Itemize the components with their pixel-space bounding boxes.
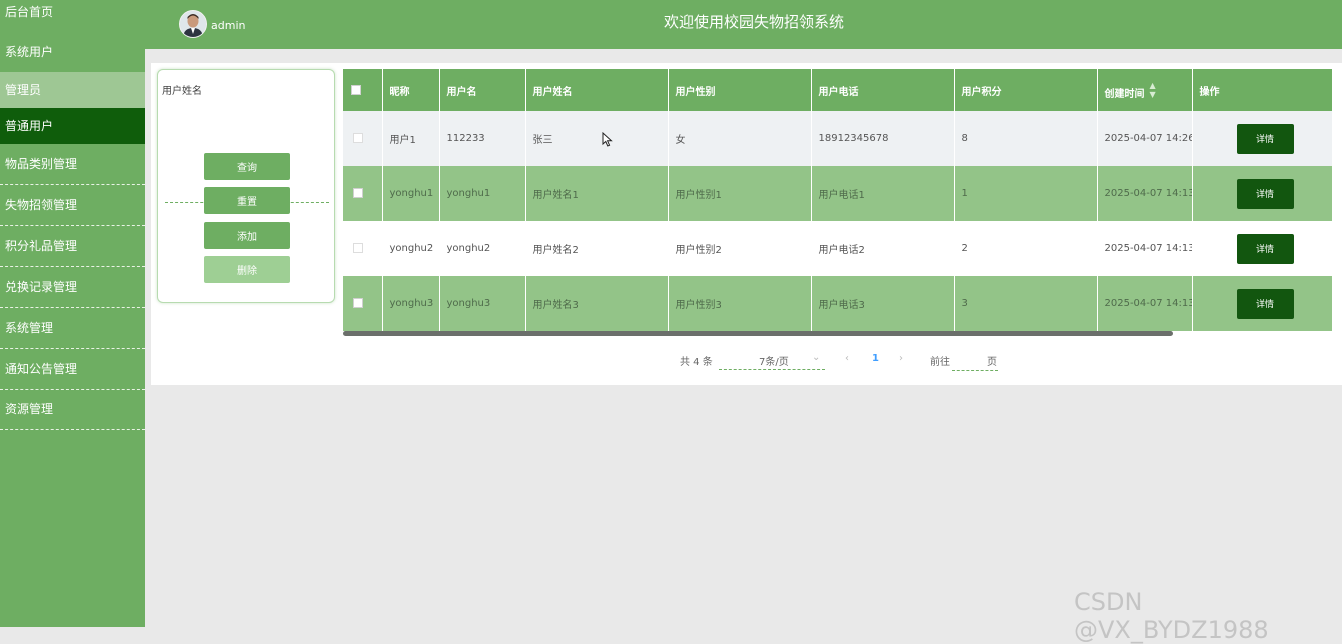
goto-label: 前往 (930, 357, 950, 368)
table-row[interactable]: yonghu1 yonghu1 用户姓名1 用户性别1 用户电话1 1 2025… (343, 166, 1332, 221)
query-button[interactable]: 查询 (204, 153, 290, 180)
cell-action: 详情 (1192, 221, 1332, 276)
sidebar-item-admins[interactable]: 管理员 (0, 72, 145, 108)
pagination-total: 共 4 条 (680, 357, 713, 368)
sidebar-item-exchange-records[interactable]: 兑换记录管理 (0, 267, 145, 308)
select-all-checkbox[interactable] (351, 84, 361, 95)
sidebar-item-gifts[interactable]: 积分礼品管理 (0, 226, 145, 267)
sidebar-item-resources[interactable]: 资源管理 (0, 390, 145, 430)
col-phone: 用户电话 (811, 69, 955, 111)
cell-phone: 用户电话2 (811, 221, 955, 276)
site-title: 欢迎使用校园失物招领系统 (664, 13, 845, 31)
admin-username[interactable]: admin (211, 19, 245, 32)
row-checkbox-cell (343, 111, 383, 166)
cell-points: 2 (954, 221, 1098, 276)
row-checkbox-cell (343, 221, 383, 276)
cell-username: yonghu2 (439, 221, 526, 276)
row-checkbox[interactable] (353, 243, 363, 253)
col-realname: 用户姓名 (525, 69, 669, 111)
row-checkbox[interactable] (353, 188, 363, 198)
sidebar-item-normal-users[interactable]: 普通用户 (0, 108, 145, 144)
cell-action: 详情 (1192, 276, 1332, 331)
top-header: admin 欢迎使用校园失物招领系统 (145, 0, 1342, 49)
cell-created: 2025-04-07 14:26:2 (1097, 111, 1193, 166)
cell-gender: 女 (668, 111, 812, 166)
cell-created: 2025-04-07 14:13:5 (1097, 221, 1193, 276)
next-page-icon[interactable]: › (899, 353, 903, 364)
prev-page-icon[interactable]: ‹ (845, 353, 849, 364)
cell-realname: 用户姓名1 (525, 166, 669, 221)
add-button[interactable]: 添加 (204, 222, 290, 249)
row-checkbox[interactable] (353, 133, 363, 143)
table-horizontal-scrollbar[interactable] (343, 331, 1173, 336)
page-number-current[interactable]: 1 (872, 353, 879, 364)
delete-button[interactable]: 删除 (204, 256, 290, 283)
cell-username: yonghu3 (439, 276, 526, 331)
goto-suffix: 页 (987, 357, 997, 368)
cell-nickname: yonghu1 (382, 166, 440, 221)
detail-button[interactable]: 详情 (1236, 178, 1294, 209)
col-username: 用户名 (439, 69, 526, 111)
page-size-select[interactable]: 7条/页 ⌄ (719, 349, 825, 370)
sidebar-item-system-users[interactable]: 系统用户 (0, 38, 145, 68)
cell-realname: 用户姓名2 (525, 221, 669, 276)
cell-username: yonghu1 (439, 166, 526, 221)
sidebar-item-notices[interactable]: 通知公告管理 (0, 349, 145, 390)
row-checkbox[interactable] (353, 298, 363, 308)
cell-realname: 张三 (525, 111, 669, 166)
reset-button[interactable]: 重置 (204, 187, 290, 214)
cell-phone: 用户电话3 (811, 276, 955, 331)
col-gender: 用户性别 (668, 69, 812, 111)
row-checkbox-cell (343, 276, 383, 331)
cell-username: 112233 (439, 111, 526, 166)
search-label: 用户姓名 (162, 86, 202, 97)
cell-phone: 用户电话1 (811, 166, 955, 221)
detail-button[interactable]: 详情 (1236, 123, 1294, 154)
cell-action: 详情 (1192, 166, 1332, 221)
data-table-wrapper: 昵称 用户名 用户姓名 用户性别 用户电话 用户积分 创建时间 ▲ ▼ 操作 用户1… (343, 69, 1332, 336)
sort-icon[interactable]: ▲ ▼ (1150, 81, 1156, 99)
cell-gender: 用户性别1 (668, 166, 812, 221)
col-created[interactable]: 创建时间 ▲ ▼ (1097, 69, 1193, 111)
cell-points: 8 (954, 111, 1098, 166)
cell-nickname: yonghu3 (382, 276, 440, 331)
sidebar-item-dashboard[interactable]: 后台首页 (0, 0, 145, 26)
row-checkbox-cell (343, 166, 383, 221)
cell-points: 3 (954, 276, 1098, 331)
user-table: 昵称 用户名 用户姓名 用户性别 用户电话 用户积分 创建时间 ▲ ▼ 操作 用户1… (343, 69, 1332, 331)
detail-button[interactable]: 详情 (1236, 233, 1294, 264)
cell-realname: 用户姓名3 (525, 276, 669, 331)
cell-action: 详情 (1192, 111, 1332, 166)
col-nickname: 昵称 (382, 69, 440, 111)
cell-nickname: 用户1 (382, 111, 440, 166)
watermark: CSDN @VX_BYDZ1988 (1074, 588, 1269, 644)
cell-created: 2025-04-07 14:13:5 (1097, 166, 1193, 221)
detail-button[interactable]: 详情 (1236, 288, 1294, 319)
avatar[interactable] (179, 10, 207, 38)
col-created-label: 创建时间 (1104, 88, 1145, 100)
page-size-value: 7条/页 (759, 357, 789, 368)
table-row[interactable]: yonghu2 yonghu2 用户姓名2 用户性别2 用户电话2 2 2025… (343, 221, 1332, 276)
select-all-checkbox-cell (343, 69, 383, 111)
mouse-cursor-icon (602, 132, 613, 147)
cell-created: 2025-04-07 14:13:5 (1097, 276, 1193, 331)
cell-gender: 用户性别2 (668, 221, 812, 276)
sidebar-item-item-categories[interactable]: 物品类别管理 (0, 144, 145, 185)
sidebar-item-system-settings[interactable]: 系统管理 (0, 308, 145, 349)
table-row[interactable]: 用户1 112233 张三 女 18912345678 8 2025-04-07… (343, 111, 1332, 166)
table-header-row: 昵称 用户名 用户姓名 用户性别 用户电话 用户积分 创建时间 ▲ ▼ 操作 (343, 69, 1332, 111)
cell-gender: 用户性别3 (668, 276, 812, 331)
chevron-down-icon: ⌄ (812, 352, 821, 363)
cell-nickname: yonghu2 (382, 221, 440, 276)
col-action: 操作 (1192, 69, 1332, 111)
col-points: 用户积分 (954, 69, 1098, 111)
cell-points: 1 (954, 166, 1098, 221)
cell-phone: 18912345678 (811, 111, 955, 166)
search-panel: 用户姓名 查询 重置 添加 删除 (157, 69, 335, 303)
sidebar-item-lost-found[interactable]: 失物招领管理 (0, 185, 145, 226)
table-row[interactable]: yonghu3 yonghu3 用户姓名3 用户性别3 用户电话3 3 2025… (343, 276, 1332, 331)
sidebar: 后台首页 系统用户 管理员 普通用户 物品类别管理 失物招领管理 积分礼品管理 … (0, 0, 145, 627)
